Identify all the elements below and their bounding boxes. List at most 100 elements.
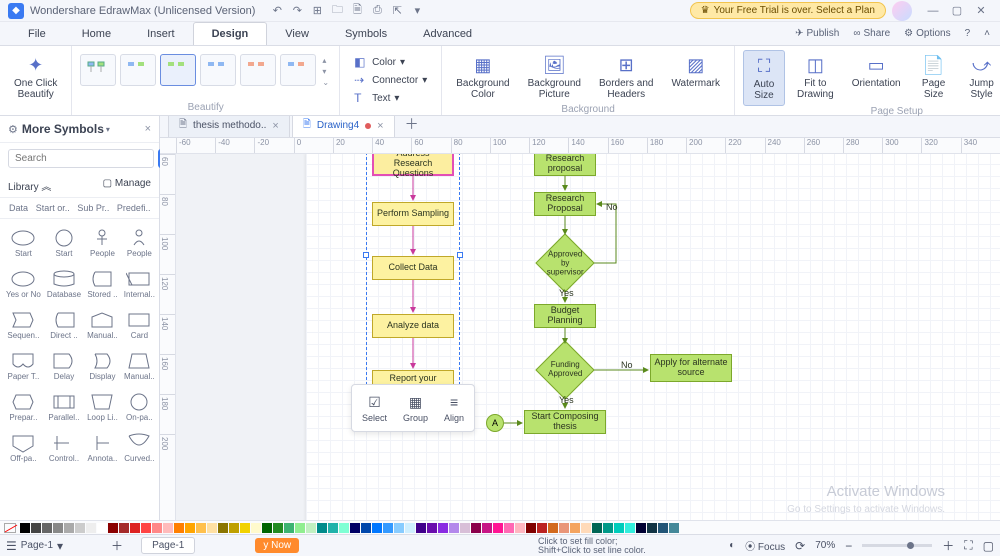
color-swatch[interactable] [636, 523, 646, 533]
color-swatch[interactable] [383, 523, 393, 533]
color-swatch[interactable] [262, 523, 272, 533]
text-dropdown[interactable]: TText ▾ [352, 90, 429, 106]
shape-item[interactable]: Direct .. [45, 305, 83, 344]
color-swatch[interactable] [185, 523, 195, 533]
style-more-icon[interactable]: ⌄ [322, 78, 329, 87]
color-swatch[interactable] [625, 523, 635, 533]
node-analyze-data[interactable]: Analyze data [372, 314, 454, 338]
close-icon[interactable]: ✕ [970, 3, 992, 19]
borders-headers-button[interactable]: ⊞Borders and Headers [593, 50, 659, 104]
color-swatch[interactable] [581, 523, 591, 533]
color-swatch[interactable] [592, 523, 602, 533]
color-swatch[interactable] [152, 523, 162, 533]
color-swatch[interactable] [658, 523, 668, 533]
color-swatch[interactable] [449, 523, 459, 533]
shape-item[interactable]: Control.. [45, 428, 83, 467]
shape-item[interactable]: Annota.. [85, 428, 120, 467]
color-swatch[interactable] [427, 523, 437, 533]
shape-item[interactable]: Loop Li.. [85, 387, 120, 426]
shape-item[interactable]: Paper T.. [4, 346, 43, 385]
color-swatch[interactable] [97, 523, 107, 533]
color-swatch[interactable] [537, 523, 547, 533]
manage-button[interactable]: ▢ Manage [103, 178, 151, 193]
color-swatch[interactable] [141, 523, 151, 533]
color-swatch[interactable] [405, 523, 415, 533]
color-swatch[interactable] [559, 523, 569, 533]
color-swatch[interactable] [372, 523, 382, 533]
gear-icon[interactable]: ⚙ [8, 123, 18, 136]
menu-file[interactable]: File [10, 22, 64, 45]
focus-button[interactable]: ⦿ Focus [745, 538, 785, 553]
watermark-button[interactable]: ▨Watermark [665, 50, 726, 93]
shape-item[interactable]: Prepar.. [4, 387, 43, 426]
panel-close-icon[interactable]: × [145, 123, 151, 135]
align-button[interactable]: ≡Align [438, 389, 470, 427]
color-swatch[interactable] [229, 523, 239, 533]
color-swatch[interactable] [119, 523, 129, 533]
color-swatch[interactable] [493, 523, 503, 533]
menu-design[interactable]: Design [193, 22, 268, 45]
print-icon[interactable]: ⎙ [369, 3, 385, 19]
fit-page-icon[interactable]: ⛶ [964, 538, 972, 553]
menu-symbols[interactable]: Symbols [327, 22, 405, 45]
zoom-out-icon[interactable]: − [845, 539, 852, 553]
node-approved-supervisor[interactable]: Approved by supervisor [535, 233, 594, 292]
shape-item[interactable]: Database [45, 264, 83, 303]
color-swatch[interactable] [482, 523, 492, 533]
beautify-style-4[interactable] [200, 54, 236, 86]
new-icon[interactable]: ⊞ [309, 3, 325, 19]
selection-handle[interactable] [363, 252, 369, 258]
node-funding-approved[interactable]: Funding Approved [535, 340, 594, 399]
page-tab[interactable]: Page-1 [141, 537, 195, 554]
shape-item[interactable]: Start [4, 223, 43, 262]
shape-item[interactable]: People [122, 223, 157, 262]
color-swatch[interactable] [317, 523, 327, 533]
save-icon[interactable]: 🗎 [349, 3, 365, 19]
user-avatar[interactable] [892, 1, 912, 21]
doc-tab-thesis[interactable]: 🗎 thesis methodo.. × [168, 116, 290, 137]
shape-item[interactable]: Display [85, 346, 120, 385]
beautify-style-2[interactable] [120, 54, 156, 86]
shape-item[interactable]: Curved.. [122, 428, 157, 467]
tab-close-icon[interactable]: × [377, 120, 383, 132]
select-tool-button[interactable]: ☑Select [356, 389, 393, 427]
color-swatch[interactable] [416, 523, 426, 533]
color-swatch[interactable] [130, 523, 140, 533]
publish-button[interactable]: ✈ Publish [795, 28, 839, 39]
color-swatch[interactable] [218, 523, 228, 533]
tab-predefined[interactable]: Predefi.. [114, 201, 153, 215]
shape-item[interactable]: Manual.. [122, 346, 157, 385]
color-swatch[interactable] [460, 523, 470, 533]
tab-close-icon[interactable]: × [272, 120, 278, 132]
shape-item[interactable]: People [85, 223, 120, 262]
selection-handle[interactable] [457, 252, 463, 258]
style-scroll-up-icon[interactable]: ▴ [322, 56, 329, 65]
shape-item[interactable]: Parallel.. [45, 387, 83, 426]
canvas[interactable]: Address Research Questions Perform Sampl… [176, 154, 1000, 520]
color-swatch[interactable] [526, 523, 536, 533]
menu-view[interactable]: View [267, 22, 327, 45]
fit-to-drawing-button[interactable]: ◫Fit to Drawing [791, 50, 840, 104]
buy-now-button[interactable]: y Now [255, 538, 299, 553]
color-swatch[interactable] [251, 523, 261, 533]
color-swatch[interactable] [339, 523, 349, 533]
options-button[interactable]: ⚙ Options [904, 28, 950, 39]
trial-banner[interactable]: ♛ Your Free Trial is over. Select a Plan [690, 2, 886, 19]
shape-item[interactable]: Card [122, 305, 157, 344]
zoom-slider[interactable] [862, 544, 932, 547]
auto-size-button[interactable]: ⛶Auto Size [743, 50, 785, 106]
node-apply-alternate[interactable]: Apply for alternate source [650, 354, 732, 382]
color-swatch[interactable] [64, 523, 74, 533]
color-swatch[interactable] [75, 523, 85, 533]
color-swatch[interactable] [196, 523, 206, 533]
share-button[interactable]: ∞ Share [853, 28, 890, 39]
menu-insert[interactable]: Insert [129, 22, 193, 45]
node-start-composing[interactable]: Start Composing thesis [524, 410, 606, 434]
color-swatch[interactable] [20, 523, 30, 533]
beautify-style-6[interactable] [280, 54, 316, 86]
connector-dropdown[interactable]: ⇢Connector ▾ [352, 72, 429, 88]
color-swatch[interactable] [548, 523, 558, 533]
tab-subprocess[interactable]: Sub Pr.. [74, 201, 112, 215]
color-swatch[interactable] [42, 523, 52, 533]
node-perform-sampling[interactable]: Perform Sampling [372, 202, 454, 226]
